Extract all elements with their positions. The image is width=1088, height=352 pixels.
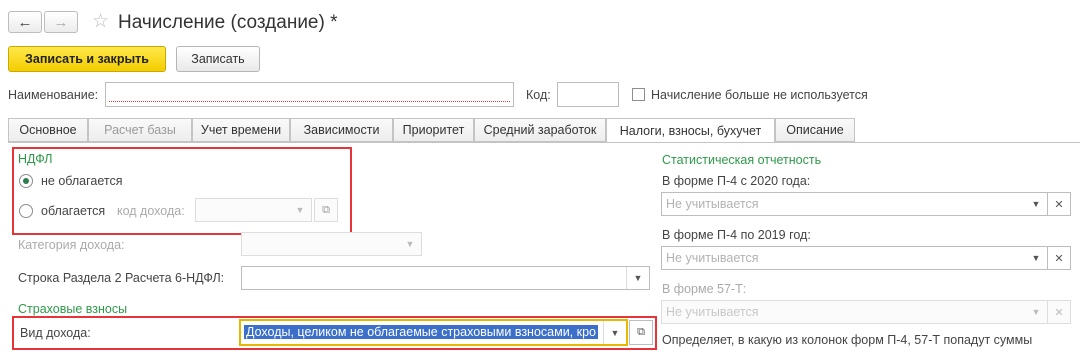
taxed-radio[interactable] <box>19 204 33 218</box>
tab-base-calculation[interactable]: Расчет базы <box>88 118 192 142</box>
tab-priority[interactable]: Приоритет <box>393 118 474 142</box>
chevron-down-icon[interactable]: ▼ <box>399 233 421 255</box>
unused-label: Начисление больше не используется <box>651 88 868 102</box>
chevron-down-icon[interactable]: ▼ <box>1025 193 1047 215</box>
p4-2020-placeholder: Не учитывается <box>666 197 759 211</box>
ndfl-group-title: НДФЛ <box>18 152 53 166</box>
unused-checkbox[interactable] <box>632 88 645 101</box>
favorite-star-icon[interactable]: ☆ <box>92 10 109 33</box>
f57t-placeholder: Не учитывается <box>666 305 759 319</box>
section-row-field[interactable]: ▼ <box>241 266 650 290</box>
arrow-right-icon: → <box>53 13 69 31</box>
tab-divider <box>8 142 1080 143</box>
chevron-down-icon[interactable]: ▼ <box>289 199 311 221</box>
arrow-left-icon: ← <box>17 13 33 31</box>
f57t-label: В форме 57-Т: <box>662 282 747 296</box>
taxed-label: облагается <box>41 204 106 218</box>
open-icon[interactable]: ⧉ <box>314 198 338 222</box>
save-and-close-button[interactable]: Записать и закрыть <box>8 46 166 72</box>
name-label: Наименование: <box>8 88 99 102</box>
p4-2020-label: В форме П-4 с 2020 года: <box>662 174 811 188</box>
tab-taxes-contributions[interactable]: Налоги, взносы, бухучет <box>606 118 775 143</box>
forward-button[interactable]: → <box>44 11 78 33</box>
code-field[interactable] <box>557 82 619 107</box>
chevron-down-icon[interactable]: ▼ <box>603 321 626 344</box>
income-type-field[interactable]: Доходы, целиком не облагаемые страховыми… <box>239 319 628 346</box>
not-taxed-radio[interactable] <box>19 174 33 188</box>
code-label: Код: <box>526 88 551 102</box>
save-button[interactable]: Записать <box>176 46 260 72</box>
stats-note: Определяет, в какую из колонок форм П-4,… <box>662 333 1033 347</box>
clear-icon[interactable]: ✕ <box>1047 246 1071 270</box>
clear-icon[interactable]: ✕ <box>1047 300 1071 324</box>
tab-time-accounting[interactable]: Учет времени <box>192 118 290 142</box>
p4-2019-label: В форме П-4 по 2019 год: <box>662 228 811 242</box>
f57t-field[interactable]: Не учитывается ▼ <box>661 300 1048 324</box>
back-button[interactable]: ← <box>8 11 42 33</box>
open-icon[interactable]: ⧉ <box>629 320 653 345</box>
income-type-label: Вид дохода: <box>20 326 91 340</box>
chevron-down-icon[interactable]: ▼ <box>1025 301 1047 323</box>
p4-2019-field[interactable]: Не учитывается ▼ <box>661 246 1048 270</box>
window-title: Начисление (создание) * <box>118 12 338 33</box>
tab-average-earnings[interactable]: Средний заработок <box>474 118 606 142</box>
income-category-label: Категория дохода: <box>18 238 125 252</box>
p4-2020-field[interactable]: Не учитывается ▼ <box>661 192 1048 216</box>
tab-description[interactable]: Описание <box>775 118 855 142</box>
insurance-group-title: Страховые взносы <box>18 302 128 316</box>
income-code-label: код дохода: <box>117 204 185 218</box>
income-type-value: Доходы, целиком не облагаемые страховыми… <box>244 325 598 339</box>
chevron-down-icon[interactable]: ▼ <box>626 267 649 289</box>
p4-2019-placeholder: Не учитывается <box>666 251 759 265</box>
name-field[interactable] <box>105 82 514 107</box>
stats-group-title: Статистическая отчетность <box>662 153 822 167</box>
tab-main[interactable]: Основное <box>8 118 88 142</box>
section-row-label: Строка Раздела 2 Расчета 6-НДФЛ: <box>18 271 225 285</box>
income-code-field[interactable]: ▼ <box>195 198 312 222</box>
not-taxed-label: не облагается <box>41 174 123 188</box>
income-category-field[interactable]: ▼ <box>241 232 422 256</box>
tab-dependencies[interactable]: Зависимости <box>290 118 393 142</box>
chevron-down-icon[interactable]: ▼ <box>1025 247 1047 269</box>
clear-icon[interactable]: ✕ <box>1047 192 1071 216</box>
